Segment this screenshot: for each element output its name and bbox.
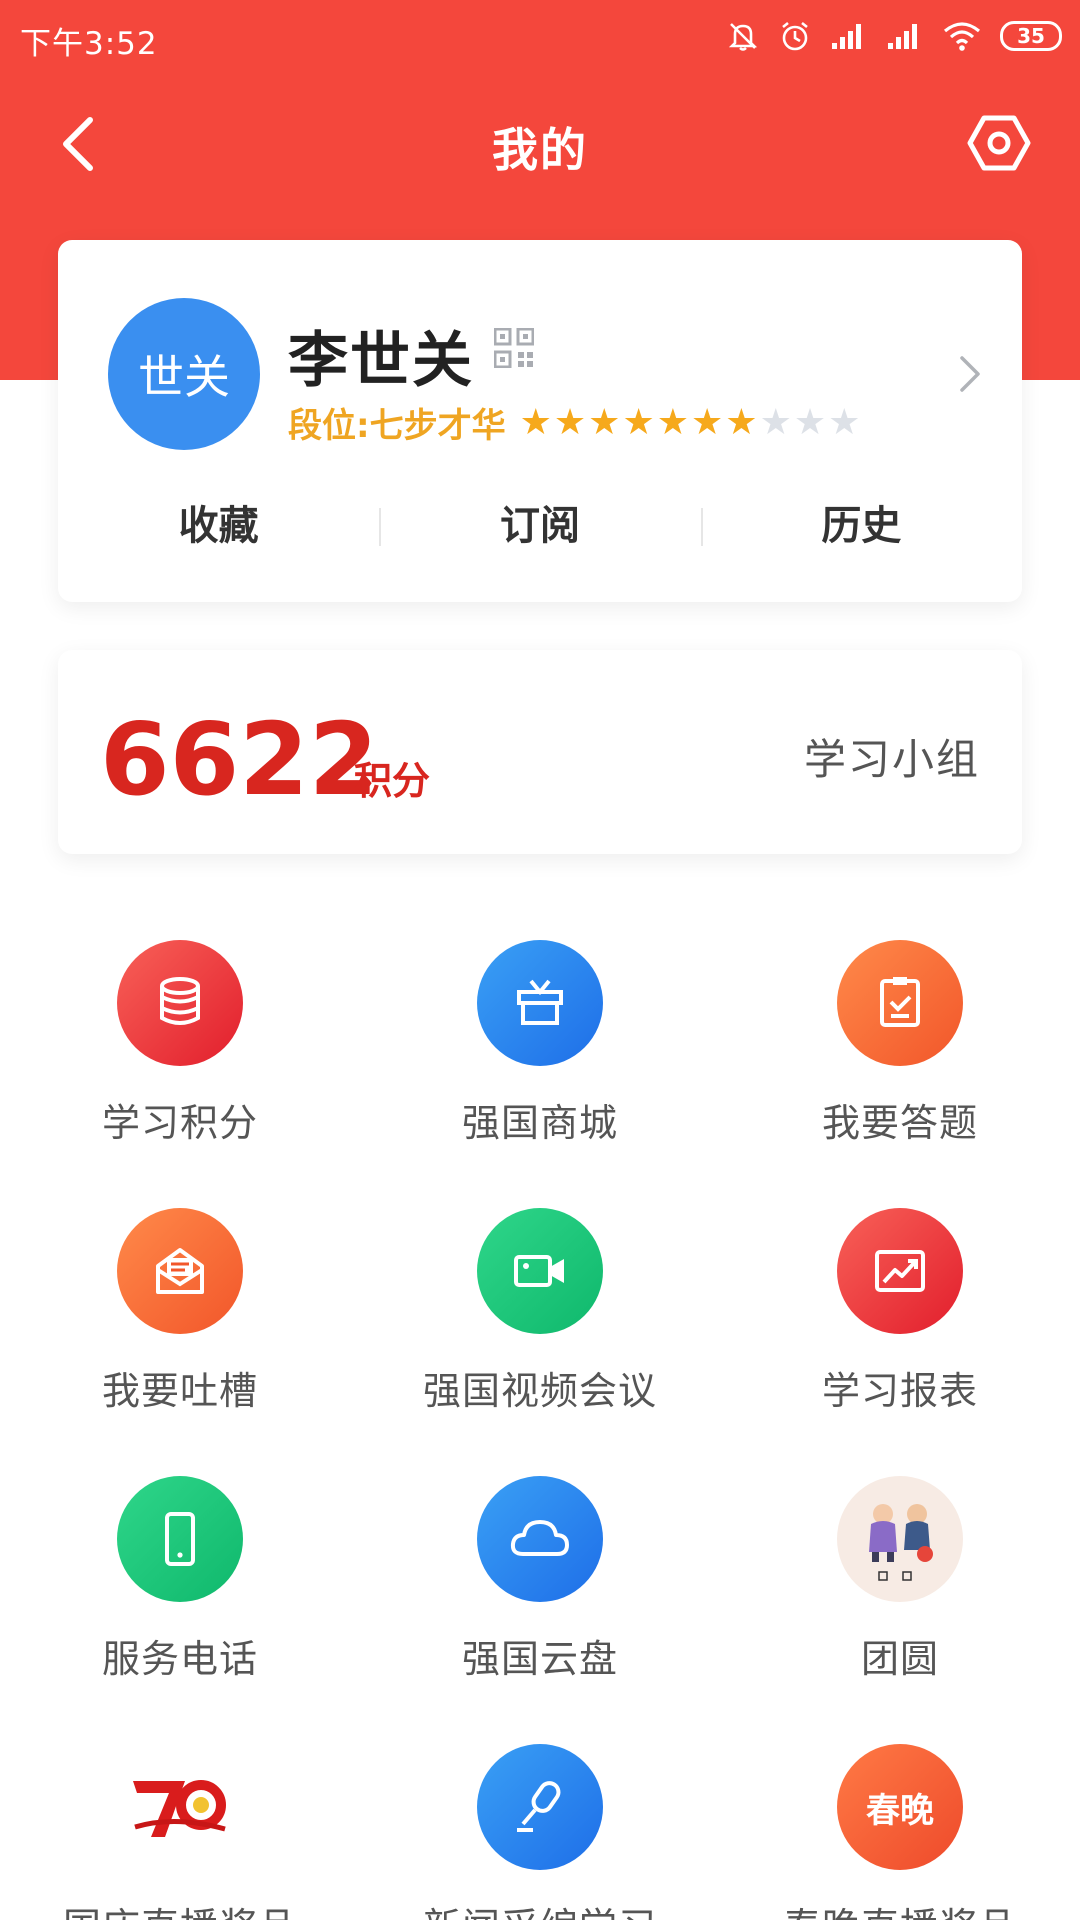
gift-icon	[477, 940, 603, 1066]
mail-open-icon	[117, 1208, 243, 1334]
alarm-icon	[782, 21, 808, 51]
signal-icon	[832, 24, 861, 49]
rank-row: 段位:七步才华 ★ ★ ★ ★ ★ ★ ★ ★ ★ ★	[288, 398, 860, 447]
settings-hexagon-icon[interactable]	[966, 110, 1032, 176]
grid-item-national-day[interactable]: 国庆直播奖品	[30, 1744, 330, 1920]
nav-bar: 我的	[0, 88, 1080, 198]
wifi-icon	[943, 22, 981, 51]
cloud-icon	[477, 1476, 603, 1602]
phone-icon	[117, 1476, 243, 1602]
grid-label: 春晚直播奖品	[750, 1896, 1050, 1920]
grid-label: 服务电话	[101, 1637, 258, 1681]
database-icon	[117, 940, 243, 1066]
star-filled-icon: ★	[691, 401, 724, 443]
star-filled-icon: ★	[588, 401, 621, 443]
star-empty-icon: ★	[793, 401, 827, 443]
mute-bell-icon	[728, 23, 758, 51]
grid-item-mall[interactable]: 强国商城	[390, 940, 690, 1147]
user-name: 李世关	[288, 326, 474, 396]
tab-favorites[interactable]: 收藏	[58, 490, 379, 562]
grid-label: 国庆直播奖品	[30, 1896, 330, 1920]
star-filled-icon: ★	[622, 401, 655, 443]
grid-item-cloud-disk[interactable]: 强国云盘	[390, 1476, 690, 1683]
grid-label: 学习积分	[101, 1101, 258, 1145]
grid-label: 强国视频会议	[422, 1369, 657, 1413]
chart-trend-icon	[837, 1208, 963, 1334]
signal-icon-2	[888, 24, 917, 49]
page-title: 我的	[492, 123, 588, 177]
grid-item-news-study[interactable]: 新闻采编学习	[390, 1744, 690, 1920]
grid-label: 强国云盘	[461, 1637, 618, 1681]
star-filled-icon: ★	[656, 401, 690, 443]
grid-item-learning-points[interactable]: 学习积分	[30, 940, 330, 1147]
star-empty-icon: ★	[759, 401, 792, 443]
grid-label: 团圆	[860, 1637, 939, 1681]
rank-stars: ★ ★ ★ ★ ★ ★ ★ ★ ★ ★	[519, 401, 861, 443]
star-filled-icon: ★	[553, 401, 587, 443]
star-filled-icon: ★	[725, 401, 758, 443]
profile-card[interactable]: 世关 李世关 段位:七步才华 ★ ★ ★ ★ ★ ★ ★ ★ ★ ★ 收藏 订阅 历史	[58, 240, 1022, 602]
grid-item-video-meeting[interactable]: 强国视频会议	[390, 1208, 690, 1415]
qr-code-icon[interactable]	[494, 328, 534, 368]
video-camera-icon	[477, 1208, 603, 1334]
points-value: 6622	[100, 701, 379, 818]
rank-label: 段位:七步才华	[288, 406, 506, 446]
grid-item-report[interactable]: 学习报表	[750, 1208, 1050, 1415]
grid-item-spring-gala[interactable]: 春晚 春晚直播奖品	[750, 1744, 1050, 1920]
anniversary-70-icon	[117, 1744, 243, 1870]
points-card[interactable]: 6622 积分 学习小组	[58, 650, 1022, 854]
grid-item-feedback[interactable]: 我要吐槽	[30, 1208, 330, 1415]
tab-history[interactable]: 历史	[700, 490, 1022, 562]
grid-item-quiz[interactable]: 我要答题	[750, 940, 1050, 1147]
grid-item-service-phone[interactable]: 服务电话	[30, 1476, 330, 1683]
grid-label: 强国商城	[461, 1101, 618, 1145]
grid-item-reunion[interactable]: 团圆	[750, 1476, 1050, 1683]
status-icons: 35	[726, 14, 1062, 58]
study-group-link[interactable]: 学习小组	[804, 726, 980, 787]
chevron-right-icon[interactable]	[954, 352, 984, 396]
grid-label: 我要吐槽	[101, 1369, 258, 1413]
points-unit: 积分	[354, 759, 431, 803]
family-illustration-icon	[837, 1476, 963, 1602]
grid-label: 新闻采编学习	[390, 1896, 690, 1920]
profile-tabs: 收藏 订阅 历史	[58, 490, 1022, 562]
grid-label: 我要答题	[821, 1101, 978, 1145]
status-time: 下午3:52	[20, 26, 158, 62]
avatar[interactable]: 世关	[108, 298, 260, 450]
star-empty-icon: ★	[828, 401, 861, 443]
grid-label: 学习报表	[821, 1369, 978, 1413]
battery-indicator: 35	[1000, 21, 1062, 51]
microphone-icon	[477, 1744, 603, 1870]
status-bar: 下午3:52 35	[0, 0, 1080, 72]
spring-gala-badge: 春晚	[866, 1790, 934, 1831]
tab-subscriptions[interactable]: 订阅	[379, 490, 700, 562]
star-filled-icon: ★	[519, 401, 552, 443]
clipboard-check-icon	[837, 940, 963, 1066]
spring-gala-icon: 春晚	[837, 1744, 963, 1870]
